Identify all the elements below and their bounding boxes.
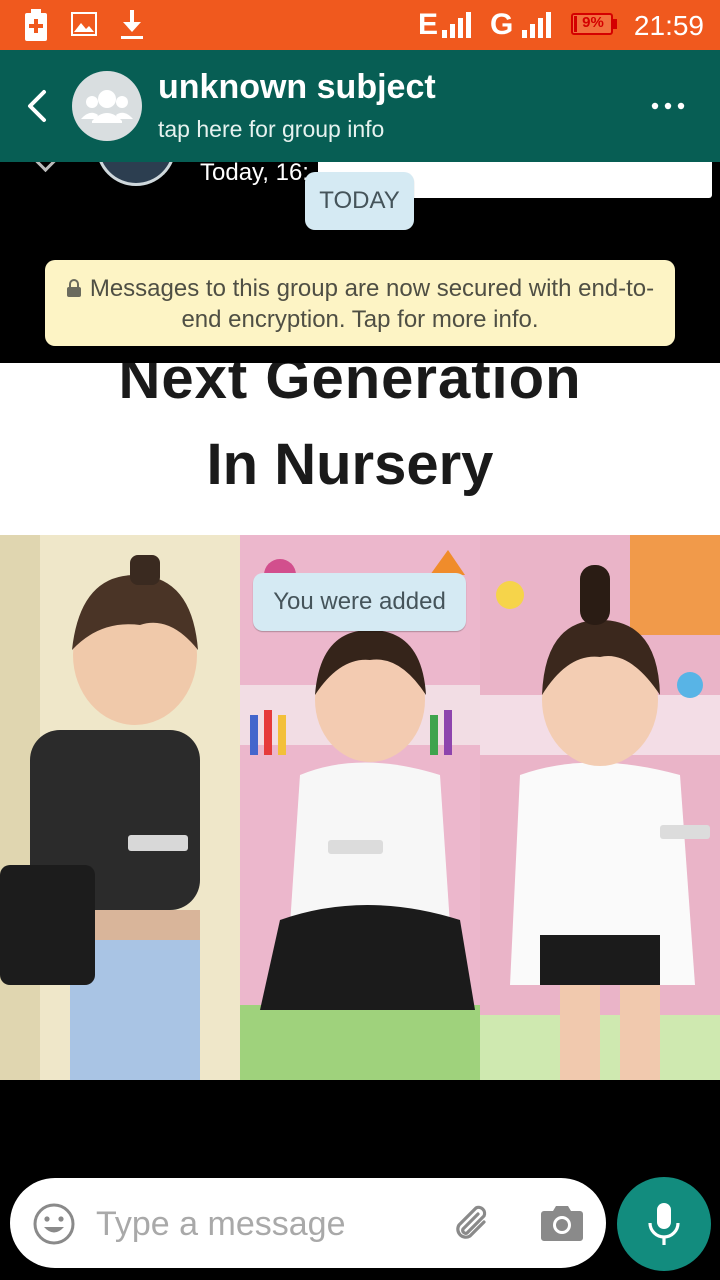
network-type-e: E bbox=[418, 8, 439, 41]
group-title[interactable]: unknown subject bbox=[158, 68, 436, 107]
battery-percentage: 9% bbox=[582, 14, 604, 31]
status-bar: E G 9% 21:59 bbox=[0, 0, 720, 50]
lock-icon bbox=[66, 279, 81, 297]
date-divider: TODAY bbox=[305, 172, 414, 230]
back-arrow-icon[interactable] bbox=[22, 86, 56, 126]
photo-panel-3 bbox=[480, 535, 720, 1080]
image-caption-line1: Next Generation bbox=[118, 363, 582, 411]
network-type-g: G bbox=[490, 8, 514, 41]
emoji-icon[interactable] bbox=[32, 1202, 76, 1246]
group-avatar-icon bbox=[81, 90, 133, 123]
mic-button[interactable] bbox=[617, 1177, 711, 1271]
more-vert-icon[interactable] bbox=[650, 86, 686, 126]
encryption-notice[interactable]: Messages to this group are now secured w… bbox=[45, 260, 675, 346]
avatar bbox=[96, 162, 176, 186]
system-message: You were added bbox=[253, 573, 466, 631]
message-input[interactable] bbox=[94, 1198, 438, 1250]
message-timestamp: Today, 16: bbox=[200, 162, 309, 186]
encryption-notice-text: Messages to this group are now secured w… bbox=[89, 275, 655, 333]
group-avatar[interactable] bbox=[72, 71, 142, 141]
mic-icon bbox=[648, 1203, 680, 1245]
camera-icon[interactable] bbox=[540, 1203, 584, 1243]
battery-saver-icon bbox=[25, 9, 47, 41]
signal-icon bbox=[442, 12, 471, 38]
chevron-down-icon bbox=[34, 162, 57, 173]
clock: 21:59 bbox=[633, 10, 704, 41]
photo-panel-1 bbox=[0, 535, 240, 1080]
shared-image[interactable]: Next Generation In Nursery You were adde… bbox=[0, 363, 720, 1080]
image-icon bbox=[71, 12, 97, 36]
chat-area[interactable]: Today, 16: TODAY Messages to this group … bbox=[0, 162, 720, 1180]
image-caption-line2: In Nursery bbox=[206, 432, 494, 497]
chat-header[interactable]: unknown subject tap here for group info bbox=[0, 50, 720, 162]
download-icon bbox=[121, 10, 143, 39]
signal-icon bbox=[522, 12, 551, 38]
group-info-hint[interactable]: tap here for group info bbox=[158, 116, 384, 143]
message-composer[interactable] bbox=[10, 1178, 606, 1268]
attach-icon[interactable] bbox=[450, 1202, 496, 1248]
